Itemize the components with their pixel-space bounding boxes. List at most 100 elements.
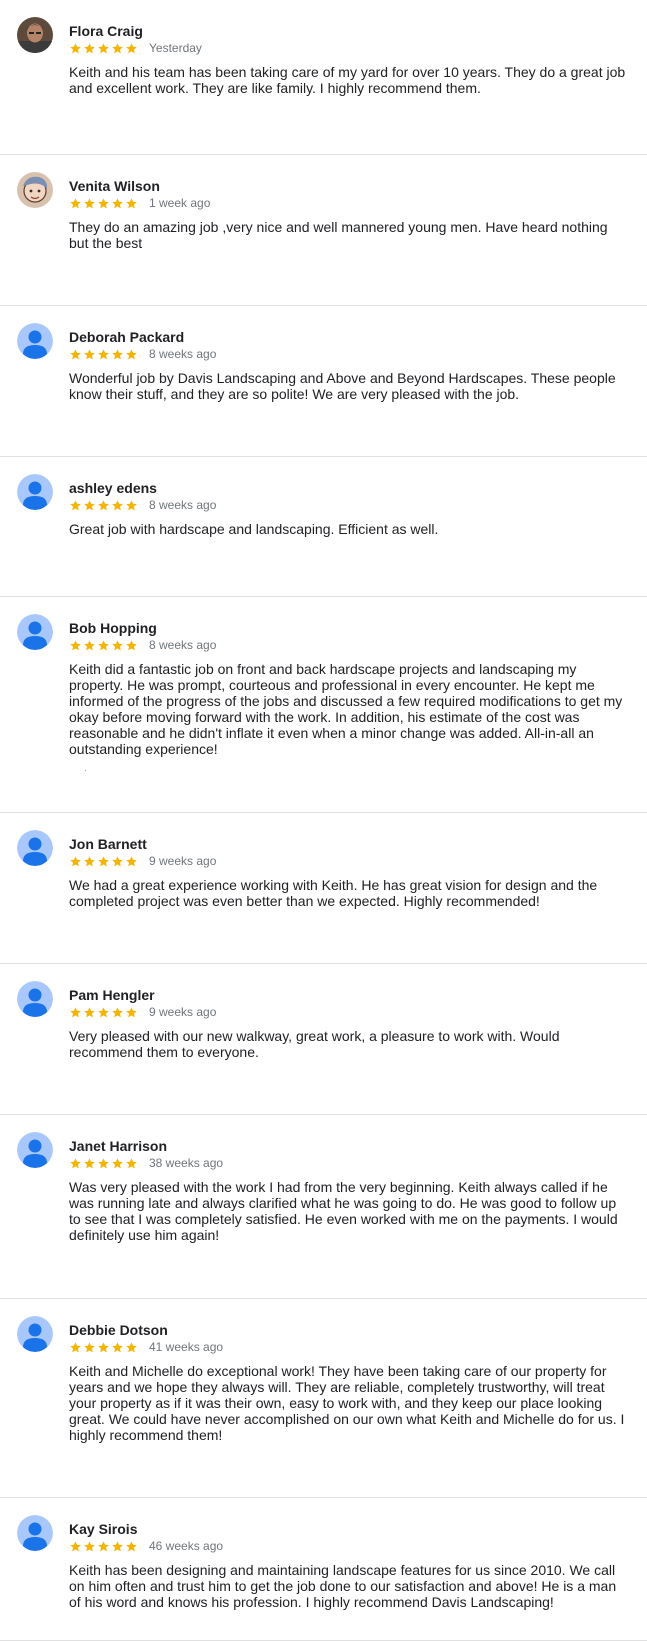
review-meta: 41 weeks ago	[69, 1340, 223, 1354]
star-icon	[112, 1341, 123, 1352]
reviewer-name[interactable]: Kay Sirois	[69, 1521, 137, 1537]
star-icon	[84, 499, 95, 510]
review-time: 1 week ago	[149, 196, 211, 210]
star-icon	[112, 855, 123, 866]
star-icon	[126, 42, 137, 53]
default-avatar-icon[interactable]	[17, 474, 53, 510]
star-icon	[98, 499, 109, 510]
star-icon	[126, 1157, 137, 1168]
star-icon	[98, 348, 109, 359]
star-icon	[70, 197, 81, 208]
reviewer-name[interactable]: Janet Harrison	[69, 1138, 167, 1154]
star-icon	[126, 1006, 137, 1017]
review-time: 9 weeks ago	[149, 1005, 217, 1019]
star-rating	[69, 1540, 138, 1553]
review-text: Wonderful job by Davis Landscaping and A…	[69, 370, 616, 402]
reviewer-name[interactable]: Venita Wilson	[69, 178, 160, 194]
star-icon	[98, 1157, 109, 1168]
star-icon	[84, 1157, 95, 1168]
star-icon	[112, 499, 123, 510]
star-icon	[70, 1006, 81, 1017]
star-icon	[70, 1540, 81, 1551]
star-icon	[98, 639, 109, 650]
default-avatar-icon[interactable]	[17, 323, 53, 359]
reviewer-name[interactable]: Jon Barnett	[69, 836, 147, 852]
reviewer-name[interactable]: Bob Hopping	[69, 620, 157, 636]
review-time: 9 weeks ago	[149, 854, 217, 868]
star-icon	[126, 1540, 137, 1551]
review-time: 8 weeks ago	[149, 347, 217, 361]
star-icon	[84, 197, 95, 208]
reviewer-name[interactable]: Pam Hengler	[69, 987, 155, 1003]
star-icon	[70, 855, 81, 866]
review-meta: 9 weeks ago	[69, 1005, 216, 1019]
star-icon	[98, 42, 109, 53]
star-icon	[84, 1540, 95, 1551]
star-icon	[84, 1341, 95, 1352]
avatar[interactable]	[17, 172, 53, 208]
review-item: Venita Wilson 1 week ago They do an amazin…	[0, 155, 647, 306]
reviews-list: Flora Craig Yesterday Keith and his team h…	[0, 0, 647, 1641]
reviewer-name[interactable]: Debbie Dotson	[69, 1322, 168, 1338]
review-item: Flora Craig Yesterday Keith and his team h…	[0, 0, 647, 155]
review-text: We had a great experience working with K…	[69, 877, 598, 909]
star-icon	[70, 42, 81, 53]
review-meta: 8 weeks ago	[69, 638, 216, 652]
review-time: 8 weeks ago	[149, 498, 217, 512]
star-icon	[112, 1006, 123, 1017]
review-item: Jon Barnett 9 weeks ago We had a great exp…	[0, 813, 647, 964]
review-item: Kay Sirois 46 weeks ago Keith has been des…	[0, 1498, 647, 1641]
default-avatar-icon[interactable]	[17, 1515, 53, 1551]
reviewer-name[interactable]: ashley edens	[69, 480, 157, 496]
default-avatar-icon[interactable]	[17, 614, 53, 650]
review-time: 8 weeks ago	[149, 638, 217, 652]
default-avatar-icon[interactable]	[17, 830, 53, 866]
star-icon	[70, 1157, 81, 1168]
star-rating	[69, 855, 138, 868]
review-time: 38 weeks ago	[149, 1156, 224, 1170]
star-icon	[126, 197, 137, 208]
star-rating	[69, 42, 138, 55]
star-rating	[69, 1341, 138, 1354]
review-item: Debbie Dotson 41 weeks ago Keith and Miche…	[0, 1299, 647, 1498]
star-icon	[112, 42, 123, 53]
star-icon	[84, 1006, 95, 1017]
review-text: Keith and Michelle do exceptional work! …	[69, 1363, 625, 1443]
default-avatar-icon[interactable]	[17, 1316, 53, 1352]
review-meta: 8 weeks ago	[69, 347, 216, 361]
star-icon	[84, 639, 95, 650]
review-time: 41 weeks ago	[149, 1340, 224, 1354]
review-item: Bob Hopping 8 weeks ago Keith did a fantas…	[0, 597, 647, 813]
star-icon	[98, 197, 109, 208]
reviewer-name[interactable]: Deborah Packard	[69, 329, 184, 345]
review-item: Janet Harrison 38 weeks ago Was very pleas…	[0, 1115, 647, 1299]
star-icon	[126, 348, 137, 359]
star-icon	[98, 1540, 109, 1551]
reviewer-name[interactable]: Flora Craig	[69, 23, 143, 39]
star-icon	[126, 499, 137, 510]
star-icon	[112, 1540, 123, 1551]
star-icon	[70, 1341, 81, 1352]
default-avatar-icon[interactable]	[17, 1132, 53, 1168]
review-meta: Yesterday	[69, 41, 202, 55]
default-avatar-icon[interactable]	[17, 981, 53, 1017]
star-icon	[126, 639, 137, 650]
review-item: Pam Hengler 9 weeks ago Very pleased with …	[0, 964, 647, 1115]
star-rating	[69, 1157, 138, 1170]
star-icon	[112, 639, 123, 650]
star-icon	[84, 348, 95, 359]
review-meta: 38 weeks ago	[69, 1156, 223, 1170]
review-time: 46 weeks ago	[149, 1539, 224, 1553]
review-text: Keith did a fantastic job on front and b…	[69, 661, 623, 757]
review-text: Keith and his team has been taking care …	[69, 64, 626, 96]
star-icon	[126, 1341, 137, 1352]
star-icon	[84, 855, 95, 866]
star-icon	[70, 499, 81, 510]
review-meta: 8 weeks ago	[69, 498, 216, 512]
review-text: Very pleased with our new walkway, great…	[69, 1028, 560, 1060]
star-icon	[112, 348, 123, 359]
review-meta: 1 week ago	[69, 196, 210, 210]
star-icon	[98, 1341, 109, 1352]
avatar[interactable]	[17, 17, 53, 53]
review-text: Keith has been designing and maintaining…	[69, 1562, 617, 1610]
